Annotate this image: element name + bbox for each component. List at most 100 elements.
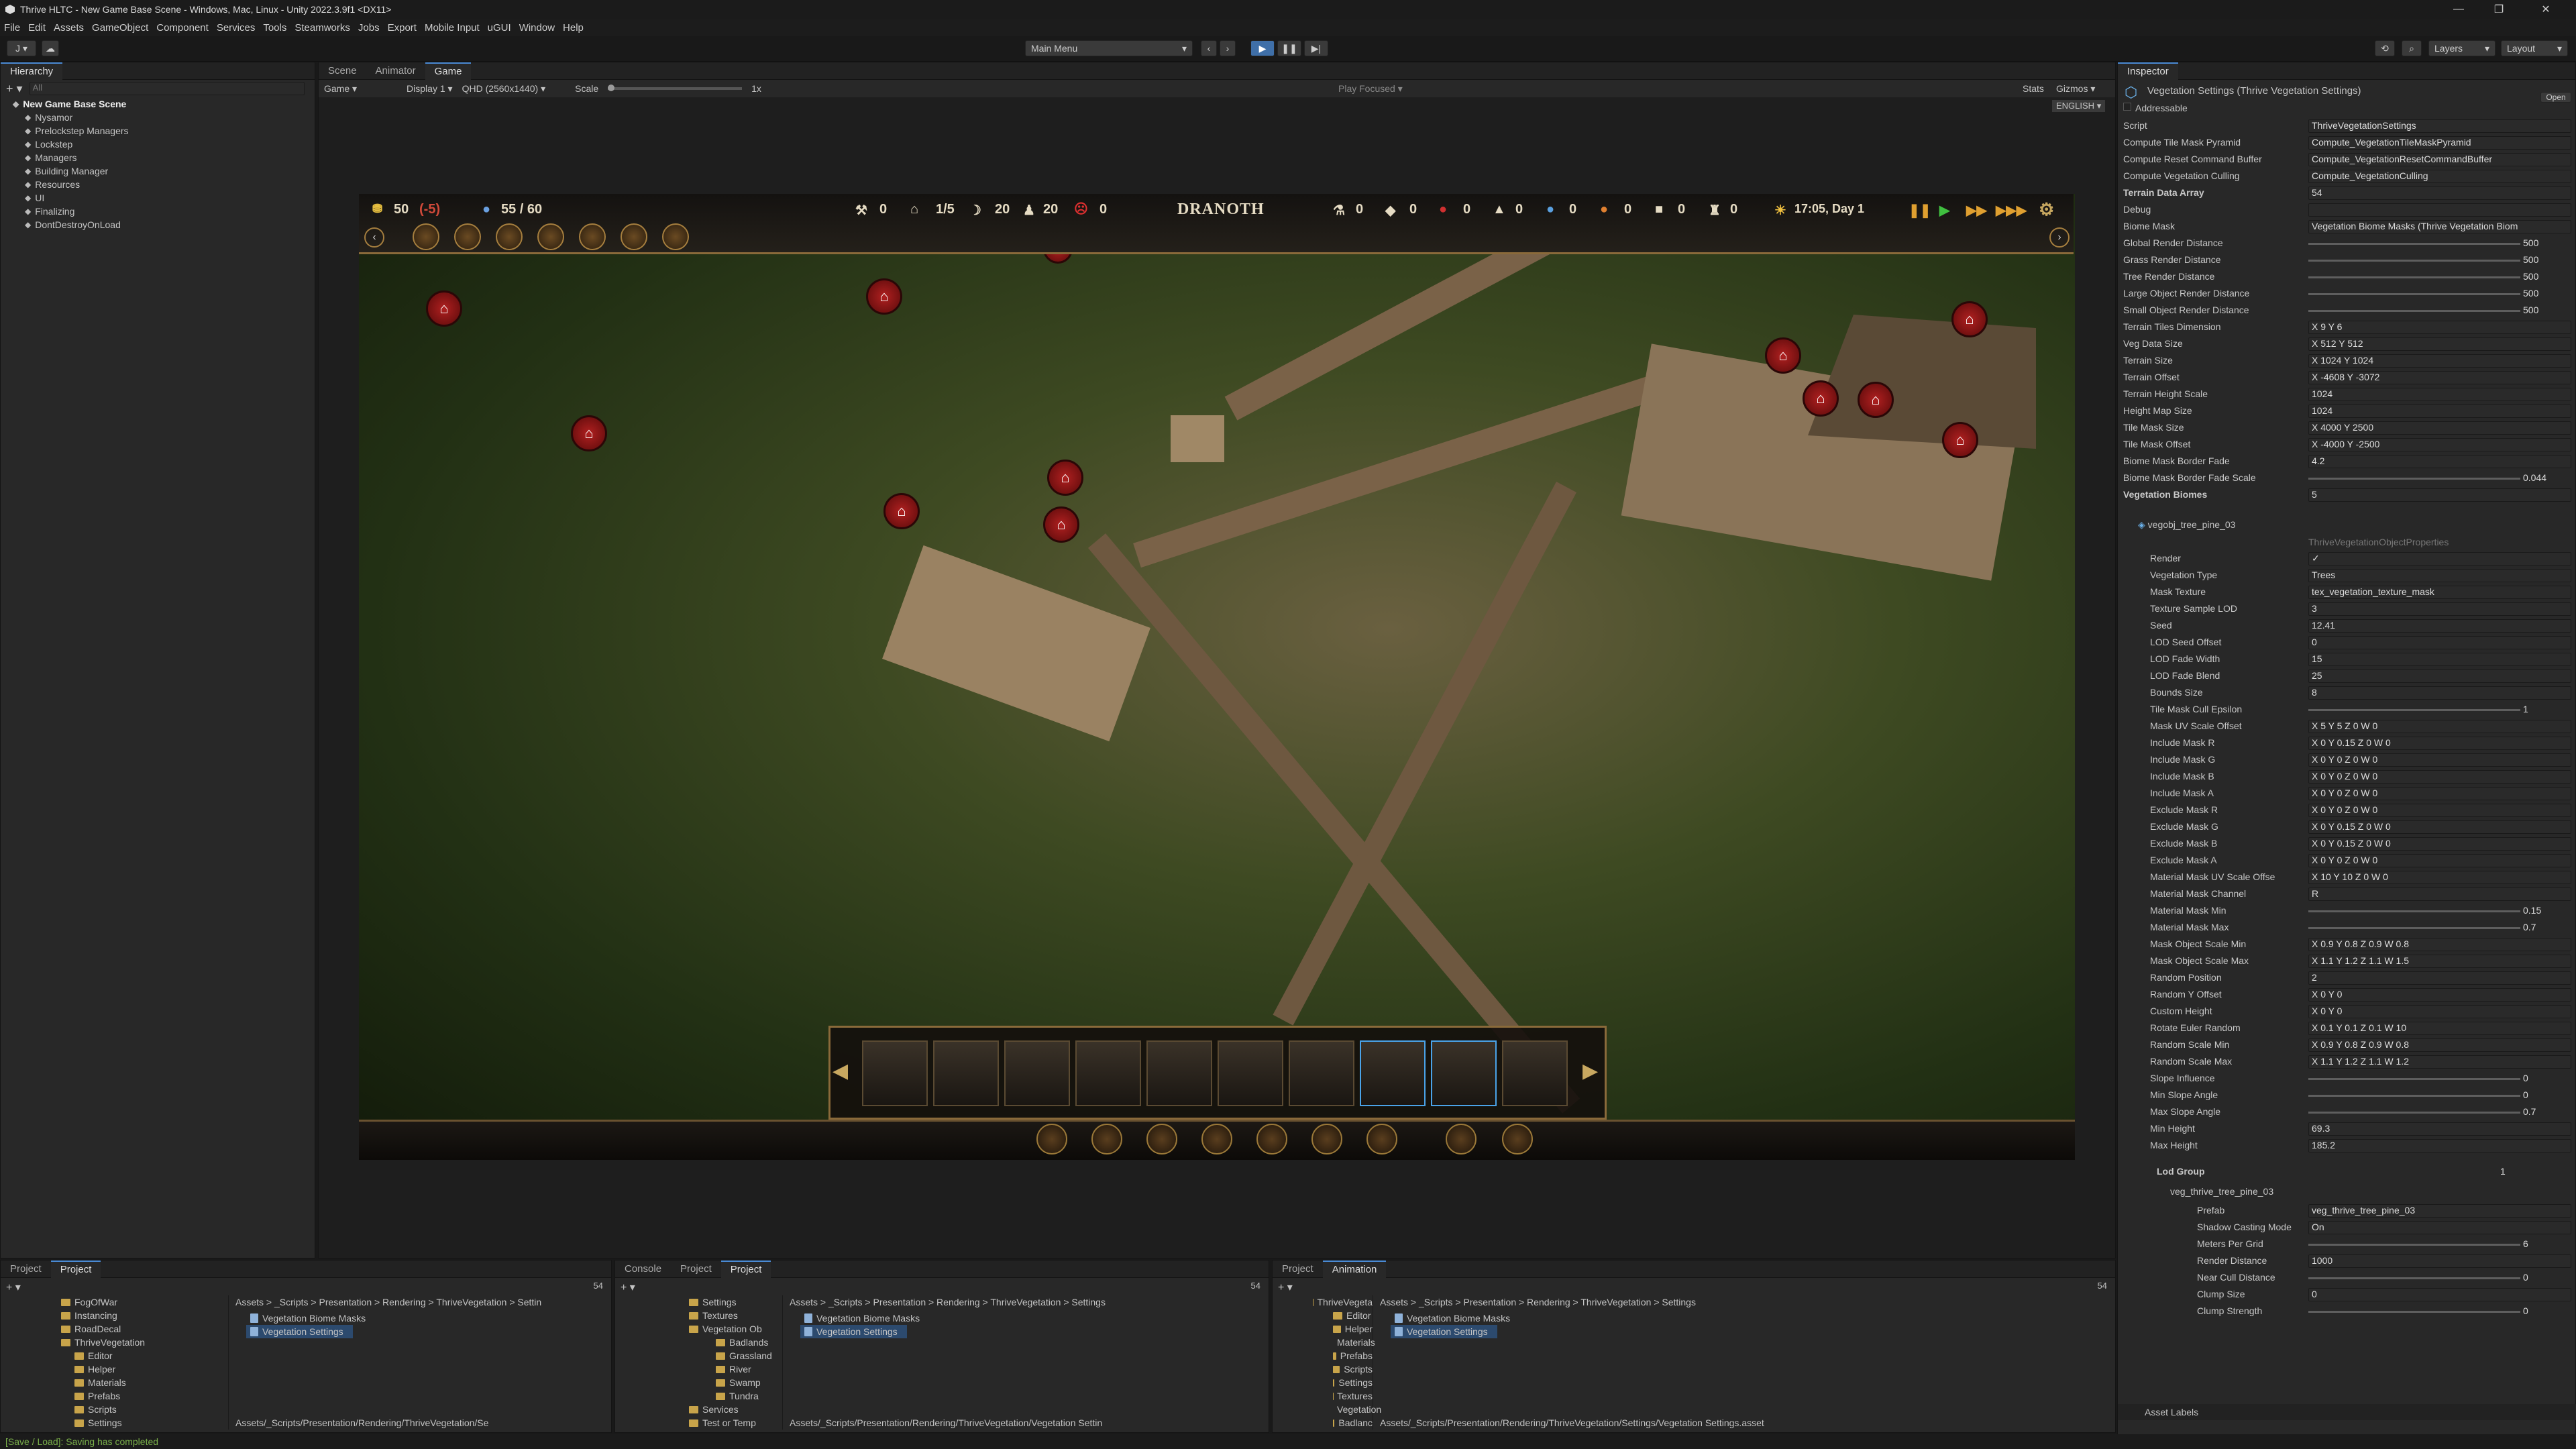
field-value[interactable]: X 9 Y 6	[2308, 321, 2571, 334]
demolish-tool-icon[interactable]	[1004, 1040, 1070, 1106]
fence-tool-icon[interactable]	[933, 1040, 999, 1106]
field-value[interactable]: 0	[2523, 1073, 2575, 1083]
play-button[interactable]: ▶	[1250, 40, 1275, 56]
field-value[interactable]: 25	[2308, 669, 2571, 683]
field-value[interactable]: X 0 Y 0 Z 0 W 0	[2308, 770, 2571, 784]
category-button-icon[interactable]	[1256, 1124, 1287, 1155]
field-value[interactable]: 1024	[2308, 405, 2571, 418]
alert-marker-icon[interactable]: ⌂	[1803, 380, 1839, 417]
field-value[interactable]: 0.15	[2523, 905, 2575, 916]
menu-item[interactable]: Export	[388, 22, 417, 34]
value-slider[interactable]	[2308, 1078, 2520, 1080]
vegetation-element-header[interactable]: ◈ vegobj_tree_pine_03	[2138, 519, 2567, 534]
road-tool-icon[interactable]	[862, 1040, 928, 1106]
menu-item[interactable]: Jobs	[358, 22, 380, 34]
field-value[interactable]: 1000	[2308, 1254, 2571, 1268]
field-value[interactable]: 500	[2523, 305, 2575, 315]
layout-dropdown[interactable]: Layout ▾	[2501, 40, 2568, 56]
field-value[interactable]: 500	[2523, 254, 2575, 265]
back-icon[interactable]: ‹	[1201, 40, 1217, 56]
category-button-icon[interactable]	[1311, 1124, 1342, 1155]
folder-item[interactable]: Settings	[1, 1416, 228, 1430]
menu-item[interactable]: Tools	[263, 22, 286, 34]
value-slider[interactable]	[2308, 1112, 2520, 1114]
field-value[interactable]: X 5 Y 5 Z 0 W 0	[2308, 720, 2571, 733]
tab-project[interactable]: Project	[1, 1260, 51, 1278]
tab-project[interactable]: Project	[1273, 1260, 1323, 1278]
field-value[interactable]: 1	[2523, 704, 2575, 714]
minimize-icon[interactable]: —	[2442, 0, 2475, 19]
asset-item[interactable]: Vegetation Settings	[800, 1325, 907, 1338]
field-value[interactable]: ThriveVegetationSettings	[2308, 119, 2571, 133]
value-slider[interactable]	[2308, 709, 2520, 711]
field-value[interactable]	[2308, 203, 2571, 217]
field-value[interactable]: X 512 Y 512	[2308, 337, 2571, 351]
cancel-icon[interactable]	[1446, 1124, 1477, 1155]
folder-item[interactable]: River	[615, 1362, 782, 1376]
asset-labels-bar[interactable]: Asset Labels	[2118, 1404, 2576, 1420]
lumber-tool-icon[interactable]	[1289, 1040, 1354, 1106]
category-button-icon[interactable]	[1091, 1124, 1122, 1155]
folder-item[interactable]: Materials	[1273, 1336, 1375, 1349]
field-value[interactable]: X 4000 Y 2500	[2308, 421, 2571, 435]
folder-item[interactable]: Tundra	[615, 1389, 782, 1403]
folder-item[interactable]: ThriveVegeta	[1273, 1295, 1373, 1309]
hierarchy-item[interactable]: ◆ Lockstep	[1, 138, 315, 151]
folder-item[interactable]: Scripts	[1273, 1362, 1373, 1376]
menu-item[interactable]: Mobile Input	[425, 22, 480, 34]
field-value[interactable]: 8	[2308, 686, 2571, 700]
tab-animation[interactable]: Animation	[1322, 1260, 1387, 1278]
scale-slider[interactable]	[608, 85, 743, 91]
tree-cut-tool-icon[interactable]	[1075, 1040, 1141, 1106]
field-value[interactable]: Trees	[2308, 569, 2571, 582]
folder-item[interactable]: Textures	[1273, 1389, 1373, 1403]
hud-category-icon[interactable]	[454, 223, 481, 250]
field-value[interactable]: X 1.1 Y 1.2 Z 1.1 W 1.2	[2308, 1055, 2571, 1069]
field-value[interactable]: X 0 Y 0.15 Z 0 W 0	[2308, 820, 2571, 834]
category-button-icon[interactable]	[1201, 1124, 1232, 1155]
settings-gear-icon[interactable]: ⚙	[2039, 199, 2054, 220]
field-value[interactable]: 0.7	[2523, 1106, 2575, 1117]
history-icon[interactable]: ⟲	[2375, 40, 2395, 56]
field-value[interactable]: X 10 Y 10 Z 0 W 0	[2308, 871, 2571, 884]
play-focused-dropdown[interactable]: Play Focused ▾	[1338, 83, 1403, 95]
field-value[interactable]: 0.044	[2523, 472, 2575, 483]
folder-item[interactable]: Settings	[1273, 1376, 1373, 1389]
menu-item[interactable]: Component	[156, 22, 209, 34]
tab-hierarchy[interactable]: Hierarchy	[1, 62, 63, 80]
field-value[interactable]: 12.41	[2308, 619, 2571, 633]
hierarchy-item[interactable]: ◆ Prelockstep Managers	[1, 124, 315, 138]
hierarchy-item[interactable]: ◆ Finalizing	[1, 205, 315, 218]
hierarchy-item[interactable]: ◆ UI	[1, 191, 315, 205]
tab-project[interactable]: Project	[671, 1260, 721, 1278]
field-value[interactable]: 4.2	[2308, 455, 2571, 468]
lod-group-label[interactable]: Lod Group	[2157, 1166, 2331, 1177]
step-button[interactable]: ▶|	[1304, 40, 1328, 56]
field-value[interactable]: X 0 Y 0.15 Z 0 W 0	[2308, 737, 2571, 750]
field-value[interactable]: 1024	[2308, 388, 2571, 401]
folder-item[interactable]: Instancing	[1, 1309, 228, 1322]
alert-marker-icon[interactable]: ⌂	[1765, 337, 1801, 374]
folder-item[interactable]: Badlands	[615, 1336, 782, 1349]
pause-button[interactable]: ❚❚	[1277, 40, 1301, 56]
value-slider[interactable]	[2308, 1311, 2520, 1313]
folder-item[interactable]: Services	[615, 1403, 782, 1416]
field-value[interactable]: 0	[2523, 1305, 2575, 1316]
field-value[interactable]: 185.2	[2308, 1139, 2571, 1152]
folder-item[interactable]: Badlanc	[1273, 1416, 1373, 1430]
field-value[interactable]: Compute_VegetationTileMaskPyramid	[2308, 136, 2571, 150]
toolbar-next-icon[interactable]: ▶	[1582, 1059, 1598, 1083]
alert-marker-icon[interactable]: ⌂	[883, 493, 920, 529]
field-value[interactable]: X 0.9 Y 0.8 Z 0.9 W 0.8	[2308, 938, 2571, 951]
tab-console[interactable]: Console	[615, 1260, 671, 1278]
field-value[interactable]: On	[2308, 1221, 2571, 1234]
field-value[interactable]: 500	[2523, 271, 2575, 282]
account-button[interactable]: J ▾	[7, 40, 36, 56]
hud-category-icon[interactable]	[537, 223, 564, 250]
value-slider[interactable]	[2308, 927, 2520, 929]
tab-project[interactable]: Project	[720, 1260, 771, 1278]
alert-marker-icon[interactable]: ⌂	[1942, 422, 1978, 458]
field-value[interactable]: X 0 Y 0	[2308, 1005, 2571, 1018]
menu-item[interactable]: GameObject	[92, 22, 148, 34]
cloud-icon[interactable]: ☁	[42, 40, 59, 56]
